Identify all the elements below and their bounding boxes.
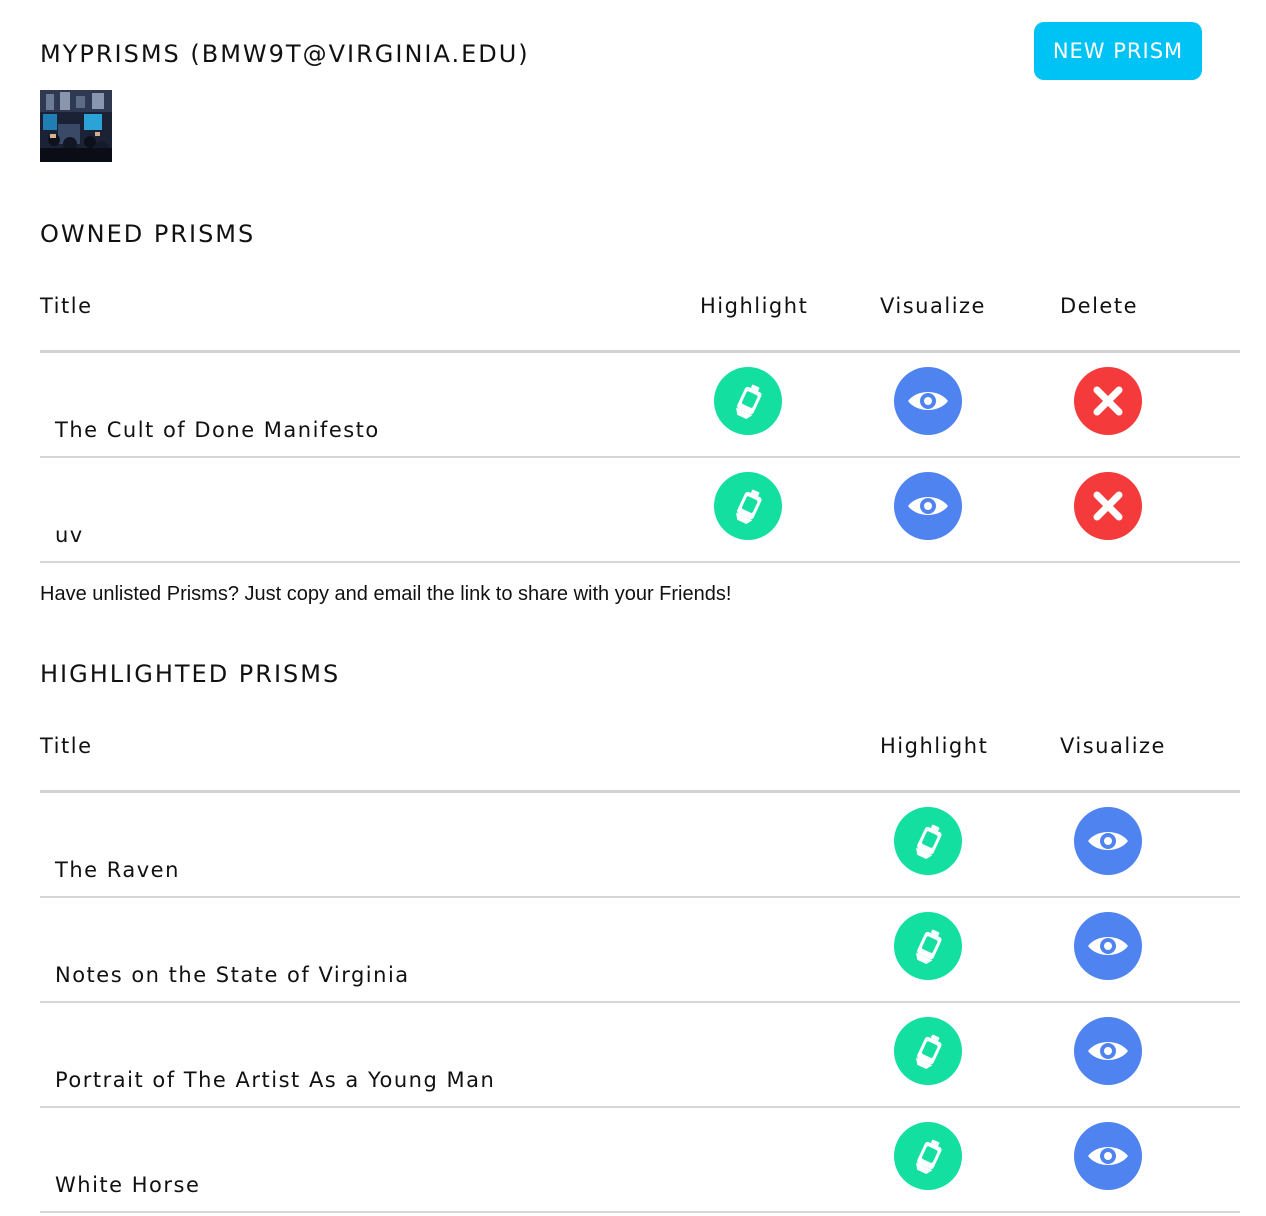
table-header: Title Highlight Visualize	[40, 712, 1240, 793]
prism-title-link[interactable]: Notes on the State of Virginia	[55, 963, 410, 987]
table-row: Portrait of The Artist As a Young Man	[40, 1003, 1240, 1108]
prism-title-link[interactable]: The Raven	[55, 858, 180, 882]
highlight-button[interactable]	[894, 1017, 962, 1085]
column-highlight: Highlight	[700, 294, 809, 318]
highlight-button[interactable]	[894, 807, 962, 875]
highlight-button[interactable]	[714, 472, 782, 540]
eye-icon	[1088, 1147, 1128, 1165]
prism-title-link[interactable]: Portrait of The Artist As a Young Man	[55, 1068, 495, 1092]
prism-title-link[interactable]: uv	[55, 523, 84, 547]
owned-prisms-heading: OWNED PRISMS	[40, 220, 256, 248]
table-row: uv	[40, 458, 1240, 563]
column-title: Title	[40, 734, 93, 758]
table-header: Title Highlight Visualize Delete	[40, 272, 1240, 353]
owned-prisms-table: Title Highlight Visualize Delete The Cul…	[40, 272, 1240, 563]
visualize-button[interactable]	[894, 367, 962, 435]
column-delete: Delete	[1060, 294, 1138, 318]
highlighter-icon	[916, 824, 942, 859]
visualize-button[interactable]	[1074, 1122, 1142, 1190]
highlighter-icon	[916, 929, 942, 964]
visualize-button[interactable]	[1074, 912, 1142, 980]
prism-title-link[interactable]: The Cult of Done Manifesto	[55, 418, 380, 442]
highlighter-icon	[916, 1034, 942, 1069]
column-visualize: Visualize	[880, 294, 986, 318]
highlighted-prisms-heading: HIGHLIGHTED PRISMS	[40, 660, 341, 688]
prism-title-link[interactable]: White Horse	[55, 1173, 200, 1197]
eye-icon	[1088, 832, 1128, 850]
share-note: Have unlisted Prisms? Just copy and emai…	[40, 583, 732, 605]
column-title: Title	[40, 294, 93, 318]
new-prism-button[interactable]: NEW PRISM	[1034, 22, 1202, 80]
delete-button[interactable]	[1074, 367, 1142, 435]
table-row: White Horse	[40, 1108, 1240, 1213]
eye-icon	[1088, 1042, 1128, 1060]
table-row: The Cult of Done Manifesto	[40, 353, 1240, 458]
visualize-button[interactable]	[1074, 1017, 1142, 1085]
highlighted-prisms-table: Title Highlight Visualize The Raven Note…	[40, 712, 1240, 1213]
delete-button[interactable]	[1074, 472, 1142, 540]
visualize-button[interactable]	[894, 472, 962, 540]
highlight-button[interactable]	[894, 912, 962, 980]
highlight-button[interactable]	[894, 1122, 962, 1190]
highlighter-icon	[736, 384, 762, 419]
highlighter-icon	[736, 489, 762, 524]
highlight-button[interactable]	[714, 367, 782, 435]
close-icon	[1093, 386, 1123, 416]
close-icon	[1093, 491, 1123, 521]
page-title: MYPRISMS (BMW9T@VIRGINIA.EDU)	[40, 40, 530, 68]
visualize-button[interactable]	[1074, 807, 1142, 875]
eye-icon	[908, 497, 948, 515]
eye-icon	[908, 392, 948, 410]
avatar	[40, 90, 112, 162]
table-row: Notes on the State of Virginia	[40, 898, 1240, 1003]
table-row: The Raven	[40, 793, 1240, 898]
highlighter-icon	[916, 1139, 942, 1174]
column-visualize: Visualize	[1060, 734, 1166, 758]
column-highlight: Highlight	[880, 734, 989, 758]
eye-icon	[1088, 937, 1128, 955]
page-header: MYPRISMS (BMW9T@VIRGINIA.EDU) NEW PRISM	[40, 22, 1202, 82]
